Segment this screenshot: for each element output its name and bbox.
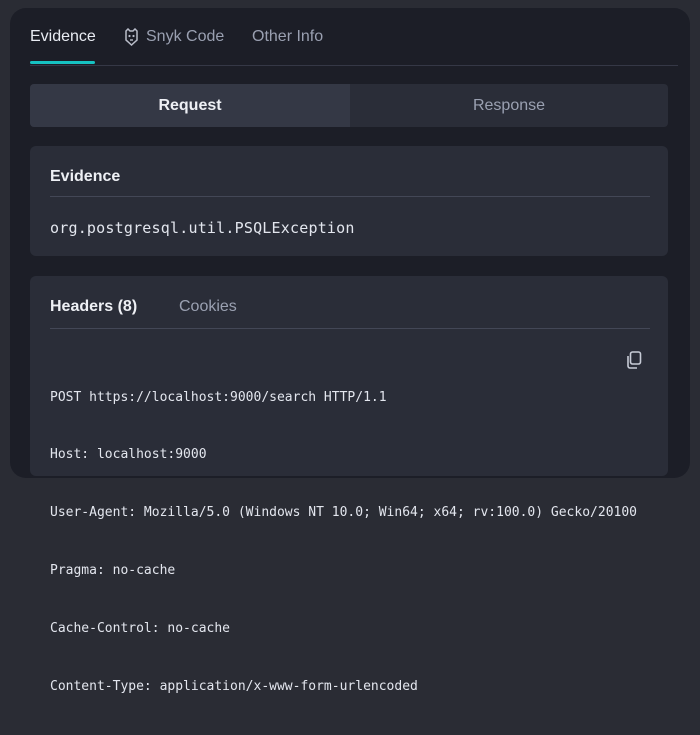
tab-other-info[interactable]: Other Info <box>252 28 323 64</box>
header-line: Cache-Control: no-cache <box>50 621 231 637</box>
evidence-value: org.postgresql.util.PSQLException <box>50 219 355 237</box>
header-line: User-Agent: Mozilla/5.0 (Windows NT 10.0… <box>50 505 637 521</box>
active-tab-indicator <box>30 61 95 64</box>
header-line: Host: localhost:9000 <box>50 447 207 463</box>
tab-evidence-label: Evidence <box>30 28 96 45</box>
header-line: Pragma: no-cache <box>50 563 176 579</box>
tab-other-info-label: Other Info <box>252 28 324 45</box>
evidence-title: Evidence <box>50 168 121 185</box>
headers-divider <box>50 328 650 329</box>
request-headers-text: POST https://localhost:9000/search HTTP/… <box>50 349 658 735</box>
tab-cookies[interactable]: Cookies <box>179 298 237 316</box>
tab-snyk-code[interactable]: Snyk Code <box>124 27 225 64</box>
evidence-divider <box>50 196 650 197</box>
response-button[interactable]: Response <box>350 84 668 127</box>
issue-details-panel: Evidence Snyk Code Other Info Request Re… <box>10 8 690 694</box>
request-button[interactable]: Request <box>30 84 350 127</box>
snyk-dog-icon <box>124 27 139 51</box>
copy-icon[interactable] <box>624 350 644 370</box>
tab-snyk-code-label: Snyk Code <box>146 28 225 45</box>
tab-evidence[interactable]: Evidence <box>30 28 96 64</box>
tab-headers[interactable]: Headers (8) <box>50 298 137 316</box>
request-response-toggle: Request Response <box>30 84 668 127</box>
details-tabs: Evidence Snyk Code Other Info <box>30 8 678 66</box>
header-line: POST https://localhost:9000/search HTTP/… <box>50 389 387 405</box>
request-headers-card: Headers (8) Cookies POST https://localho… <box>30 276 668 694</box>
header-line: Content-Type: application/x-www-form-url… <box>50 679 418 695</box>
evidence-card: Evidence org.postgresql.util.PSQLExcepti… <box>30 146 668 256</box>
